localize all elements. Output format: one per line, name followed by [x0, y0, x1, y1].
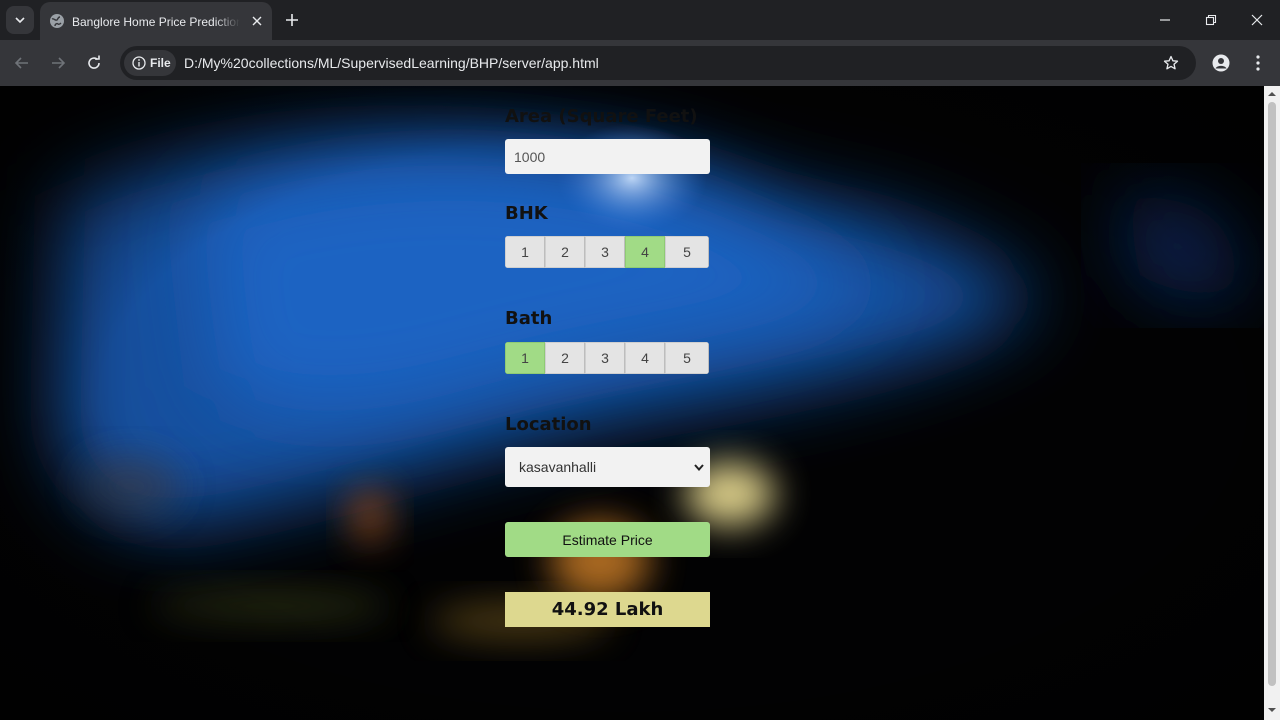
back-button[interactable] [8, 49, 36, 77]
scroll-down-icon[interactable] [1268, 706, 1276, 714]
estimate-price-button[interactable]: Estimate Price [505, 522, 710, 557]
url-text[interactable]: D:/My%20collections/ML/SupervisedLearnin… [184, 46, 599, 80]
minimize-icon [1160, 19, 1170, 21]
profile-button[interactable] [1207, 49, 1235, 77]
browser-toolbar: File D:/My%20collections/ML/SupervisedLe… [0, 40, 1280, 86]
globe-icon [50, 14, 64, 28]
bath-option-2[interactable]: 2 [545, 342, 585, 374]
scroll-up-icon[interactable] [1268, 90, 1276, 98]
location-selected-value: kasavanhalli [519, 459, 597, 475]
more-vertical-icon [1256, 55, 1260, 71]
reload-icon [88, 55, 100, 69]
area-label: Area (Square Feet) [505, 106, 698, 127]
arrow-left-icon [14, 57, 28, 69]
bath-option-3[interactable]: 3 [585, 342, 625, 374]
tab-close-button[interactable] [248, 12, 266, 30]
bath-option-5[interactable]: 5 [665, 342, 709, 374]
estimated-price-result: 44.92 Lakh [505, 592, 710, 627]
bath-option-1[interactable]: 1 [505, 342, 545, 374]
bath-option-4[interactable]: 4 [625, 342, 665, 374]
restore-icon [1205, 14, 1217, 26]
tab-search-button[interactable] [6, 6, 34, 34]
arrow-right-icon [52, 57, 66, 69]
page-viewport: Area (Square Feet) BHK 12345 Bath 12345 … [0, 86, 1264, 720]
bhk-label: BHK [505, 203, 548, 224]
bhk-option-4[interactable]: 4 [625, 236, 665, 268]
bhk-option-5[interactable]: 5 [665, 236, 709, 268]
browser-tab[interactable]: Banglore Home Price Prediction [40, 2, 272, 40]
site-chip-label: File [150, 56, 171, 70]
minimize-button[interactable] [1148, 6, 1182, 34]
chevron-down-icon [15, 17, 25, 24]
bhk-selector: 12345 [505, 236, 709, 268]
chevron-down-icon [694, 464, 704, 472]
menu-button[interactable] [1244, 49, 1272, 77]
location-dropdown[interactable]: kasavanhalli [505, 447, 710, 487]
close-window-button[interactable] [1240, 6, 1274, 34]
tab-strip: Banglore Home Price Prediction [0, 0, 1280, 40]
bhk-option-2[interactable]: 2 [545, 236, 585, 268]
location-label: Location [505, 414, 592, 435]
info-icon [132, 56, 146, 70]
address-bar[interactable]: File D:/My%20collections/ML/SupervisedLe… [120, 46, 1196, 80]
bath-label: Bath [505, 308, 553, 329]
area-input[interactable] [505, 139, 710, 174]
bhk-option-3[interactable]: 3 [585, 236, 625, 268]
bookmark-button[interactable] [1160, 52, 1182, 74]
scrollbar-thumb[interactable] [1268, 102, 1276, 686]
site-info-chip[interactable]: File [124, 50, 176, 76]
bhk-option-1[interactable]: 1 [505, 236, 545, 268]
star-icon [1163, 55, 1179, 70]
reload-button[interactable] [80, 49, 108, 77]
vertical-scrollbar[interactable] [1264, 86, 1280, 720]
close-icon [252, 16, 262, 26]
restore-button[interactable] [1194, 6, 1228, 34]
close-icon [1251, 14, 1263, 26]
forward-button[interactable] [44, 49, 72, 77]
bath-selector: 12345 [505, 342, 709, 374]
new-tab-button[interactable] [280, 8, 304, 32]
avatar-icon [1212, 54, 1230, 72]
tab-title: Banglore Home Price Prediction [72, 15, 240, 29]
plus-icon [286, 14, 298, 26]
